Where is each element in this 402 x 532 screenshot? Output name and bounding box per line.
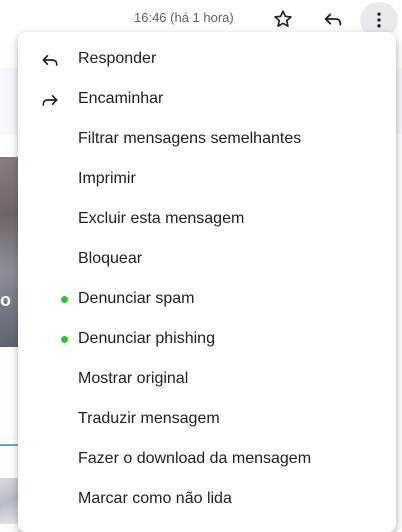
menu-item-forward[interactable]: Encaminhar (18, 80, 396, 120)
background-image (0, 157, 18, 347)
menu-item-label: Traduzir mensagem (78, 410, 220, 427)
menu-item-reply[interactable]: Responder (18, 40, 396, 80)
message-options-menu: Responder Encaminhar Filtrar mensagens s… (18, 32, 396, 532)
reply-icon (324, 13, 342, 26)
menu-item-mark-unread[interactable]: Marcar como não lida (18, 480, 396, 520)
reply-button[interactable] (317, 4, 349, 34)
star-outline-icon (274, 10, 292, 27)
background-thumbnail (0, 478, 18, 524)
menu-item-label: Fazer o download da mensagem (78, 450, 312, 467)
menu-item-block[interactable]: Bloquear (18, 240, 396, 280)
menu-item-label: Responder (78, 50, 157, 67)
menu-item-report-phishing[interactable]: Denunciar phishing (18, 320, 396, 360)
menu-item-label: Marcar como não lida (78, 490, 232, 507)
more-vertical-icon (377, 12, 381, 28)
reply-icon (40, 50, 60, 70)
menu-item-print[interactable]: Imprimir (18, 160, 396, 200)
forward-icon (40, 90, 60, 110)
menu-item-download[interactable]: Fazer o download da mensagem (18, 440, 396, 480)
menu-item-filter-similar[interactable]: Filtrar mensagens semelhantes (18, 120, 396, 160)
menu-item-label: Denunciar spam (78, 290, 195, 307)
menu-item-label: Denunciar phishing (78, 330, 215, 347)
menu-item-show-original[interactable]: Mostrar original (18, 360, 396, 400)
green-dot-icon (61, 336, 68, 343)
menu-item-label: Filtrar mensagens semelhantes (78, 130, 302, 147)
menu-item-translate[interactable]: Traduzir mensagem (18, 400, 396, 440)
background-divider (0, 444, 18, 446)
menu-item-delete[interactable]: Excluir esta mensagem (18, 200, 396, 240)
menu-item-label: Excluir esta mensagem (78, 210, 245, 227)
background-image-text: o (0, 290, 11, 310)
star-button[interactable] (267, 4, 299, 34)
menu-item-label: Bloquear (78, 250, 143, 267)
menu-item-report-spam[interactable]: Denunciar spam (18, 280, 396, 320)
menu-item-label: Imprimir (78, 170, 136, 187)
menu-item-label: Mostrar original (78, 370, 189, 387)
message-timestamp: 16:46 (há 1 hora) (134, 10, 234, 25)
green-dot-icon (61, 296, 68, 303)
menu-item-label: Encaminhar (78, 90, 164, 107)
